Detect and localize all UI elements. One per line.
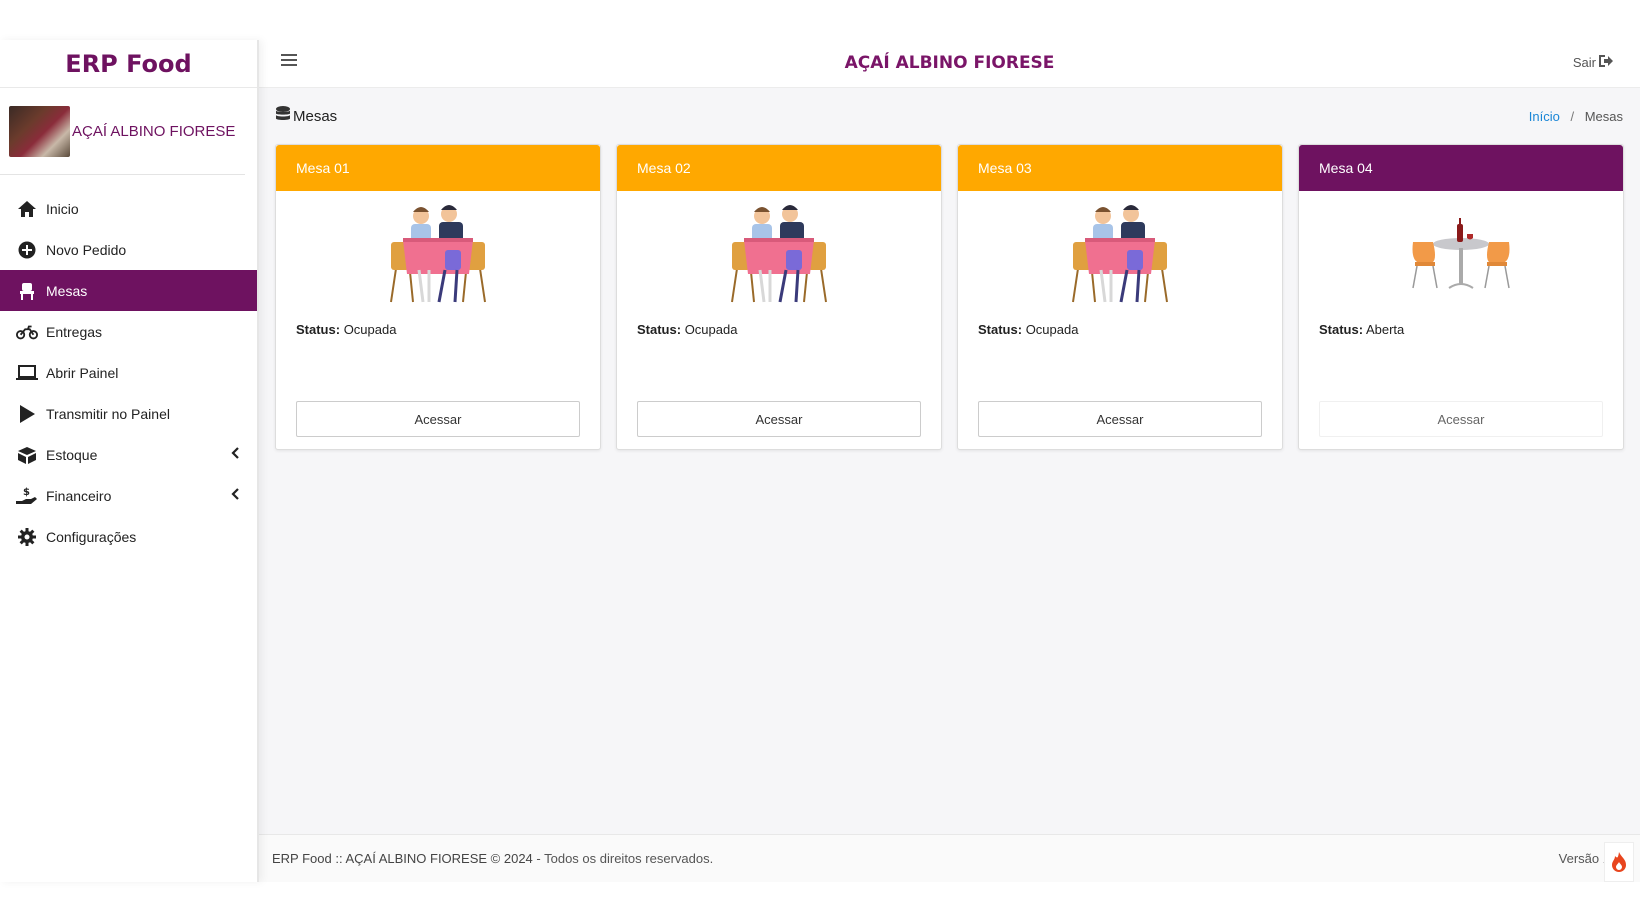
page-title: Mesas: [276, 106, 337, 126]
sidebar-item-transmitir[interactable]: Transmitir no Painel: [0, 393, 257, 434]
sidebar-item-label: Transmitir no Painel: [46, 405, 170, 422]
sidebar-item-label: Inicio: [46, 200, 79, 217]
breadcrumb: Início / Mesas: [1529, 109, 1623, 124]
sidebar-menu: Inicio Novo Pedido Mesas Entregas Abrir …: [0, 188, 257, 557]
breadcrumb-current: Mesas: [1584, 108, 1623, 124]
chevron-left-icon: [231, 487, 239, 503]
access-table-button[interactable]: Acessar: [1319, 401, 1603, 437]
footer-brand: ERP Food :: AÇAÍ ALBINO FIORESE © 2024: [272, 851, 533, 866]
status-label: Status:: [1319, 322, 1364, 337]
occupied-table-illustration: [958, 191, 1282, 317]
brand-logo-text[interactable]: ERP Food: [0, 40, 257, 88]
table-card: Mesa 02 Status: Ocupada Acessar: [616, 144, 942, 450]
logout-button[interactable]: Sair: [1573, 55, 1614, 70]
sidebar-item-novo-pedido[interactable]: Novo Pedido: [0, 229, 257, 270]
sidebar-item-abrir-painel[interactable]: Abrir Painel: [0, 352, 257, 393]
chevron-left-icon: [231, 446, 239, 462]
status-value: Ocupada: [343, 322, 397, 337]
footer-copyright: ERP Food :: AÇAÍ ALBINO FIORESE © 2024 -…: [272, 851, 713, 866]
user-name: AÇAÍ ALBINO FIORESE: [72, 122, 236, 140]
sidebar-item-mesas[interactable]: Mesas: [0, 270, 257, 311]
footer-version: Versão 1: [1558, 851, 1610, 866]
breadcrumb-home-link[interactable]: Início: [1529, 109, 1560, 124]
access-table-button[interactable]: Acessar: [296, 401, 580, 437]
table-card: Mesa 01 Status: Ocupada Acessar: [275, 144, 601, 450]
status-label: Status:: [296, 322, 341, 337]
status-label: Status:: [637, 322, 682, 337]
sign-out-icon: [1599, 55, 1614, 70]
laptop-icon: [16, 363, 38, 383]
sidebar-item-entregas[interactable]: Entregas: [0, 311, 257, 352]
footer-rights: - Todos os direitos reservados.: [532, 851, 714, 866]
page-title-text: Mesas: [293, 107, 338, 125]
sidebar-item-label: Abrir Painel: [46, 364, 119, 381]
table-status: Status: Ocupada: [617, 322, 941, 337]
breadcrumb-separator: /: [1570, 108, 1575, 124]
store-title: AÇAÍ ALBINO FIORESE: [844, 53, 1055, 73]
tables-grid: Mesa 01 Status: Ocupada Acessar Mesa 02 …: [275, 144, 1624, 450]
user-panel: AÇAÍ ALBINO FIORESE: [0, 88, 245, 175]
sidebar: ERP Food AÇAÍ ALBINO FIORESE Inicio Novo…: [0, 40, 259, 882]
svg-text:$: $: [23, 487, 30, 498]
boxes-icon: [16, 445, 38, 465]
footer: ERP Food :: AÇAÍ ALBINO FIORESE © 2024 -…: [259, 834, 1640, 882]
gear-icon: [16, 527, 38, 547]
plus-circle-icon: [16, 240, 38, 260]
table-name: Mesa 02: [637, 160, 691, 176]
motorcycle-icon: [16, 322, 38, 342]
table-name: Mesa 03: [978, 160, 1032, 176]
access-table-button[interactable]: Acessar: [637, 401, 921, 437]
table-name: Mesa 04: [1319, 160, 1373, 176]
sidebar-item-label: Mesas: [46, 282, 88, 299]
table-card-header: Mesa 02: [617, 145, 941, 191]
play-icon: [16, 404, 38, 424]
sidebar-item-configuracoes[interactable]: Configurações: [0, 516, 257, 557]
status-value: Aberta: [1365, 322, 1405, 337]
table-card: Mesa 04 Status: Aberta Acessar: [1298, 144, 1624, 450]
sidebar-item-label: Estoque: [46, 446, 98, 463]
status-value: Ocupada: [684, 322, 738, 337]
table-status: Status: Ocupada: [276, 322, 600, 337]
access-table-button[interactable]: Acessar: [978, 401, 1262, 437]
content: Mesas Início / Mesas Mesa 01 Status: Ocu…: [259, 88, 1640, 834]
sidebar-item-label: Financeiro: [46, 487, 112, 504]
page-header: Mesas Início / Mesas: [275, 88, 1624, 144]
table-card-header: Mesa 03: [958, 145, 1282, 191]
home-icon: [16, 199, 38, 219]
chair-icon: [16, 281, 38, 301]
sidebar-item-label: Configurações: [46, 528, 137, 545]
topbar: AÇAÍ ALBINO FIORESE Sair: [259, 40, 1640, 88]
table-card: Mesa 03 Status: Ocupada Acessar: [957, 144, 1283, 450]
logout-label: Sair: [1572, 55, 1596, 70]
table-status: Status: Aberta: [1299, 322, 1623, 337]
avatar: [9, 105, 70, 157]
table-name: Mesa 01: [296, 160, 350, 176]
main-area: AÇAÍ ALBINO FIORESE Sair Mesas Início /: [259, 40, 1640, 882]
sidebar-item-estoque[interactable]: Estoque: [0, 434, 257, 475]
sidebar-item-inicio[interactable]: Inicio: [0, 188, 257, 229]
table-status: Status: Ocupada: [958, 322, 1282, 337]
table-card-header: Mesa 01: [276, 145, 600, 191]
occupied-table-illustration: [617, 191, 941, 317]
sidebar-item-label: Novo Pedido: [46, 241, 127, 258]
database-icon: [276, 106, 290, 126]
sidebar-item-financeiro[interactable]: $ Financeiro: [0, 475, 257, 516]
hand-dollar-icon: $: [16, 486, 38, 506]
occupied-table-illustration: [276, 191, 600, 317]
status-value: Ocupada: [1025, 322, 1079, 337]
table-card-header: Mesa 04: [1299, 145, 1623, 191]
status-label: Status:: [978, 322, 1023, 337]
empty-table-illustration: [1299, 191, 1623, 317]
sidebar-item-label: Entregas: [46, 323, 103, 340]
fire-icon[interactable]: [1604, 842, 1634, 882]
